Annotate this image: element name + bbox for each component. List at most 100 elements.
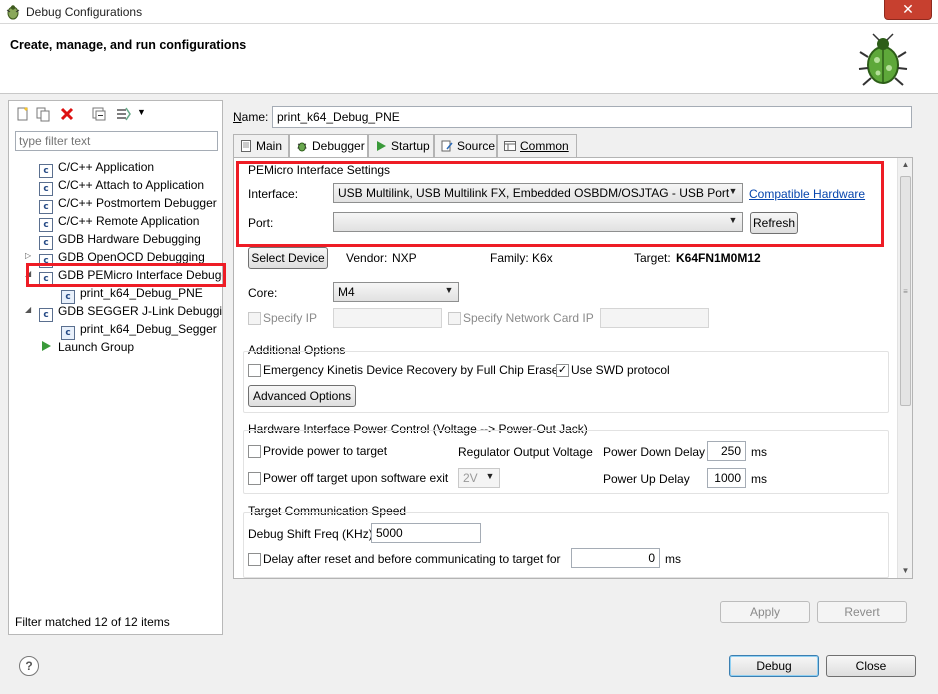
title-bar: Debug Configurations ✕ (0, 0, 938, 24)
tree-item-cpp-application[interactable]: c C/C++ Application (39, 158, 154, 178)
target-value: K64FN1M0M12 (676, 251, 761, 265)
pemicro-settings-title: PEMicro Interface Settings (248, 163, 391, 177)
filter-input[interactable] (15, 131, 218, 151)
collapse-arrow-icon[interactable]: ◢ (25, 270, 33, 278)
target-label: Target: (634, 251, 671, 265)
power-down-delay-label: Power Down Delay (603, 445, 706, 459)
delete-config-icon[interactable] (59, 106, 75, 122)
main-tab-icon (241, 140, 251, 152)
shift-freq-label: Debug Shift Freq (KHz) (248, 527, 373, 541)
new-config-icon[interactable] (15, 106, 31, 122)
shift-freq-input[interactable]: 5000 (371, 523, 481, 543)
view-menu-chevron-down-icon[interactable]: ▼ (137, 107, 146, 117)
tree-item-gdb-openocd[interactable]: c GDB OpenOCD Debugging (39, 248, 205, 268)
common-tab-icon (504, 141, 516, 151)
voltage-select[interactable]: 2V ▼ (458, 468, 500, 488)
use-swd-checkbox[interactable]: ✓ (556, 364, 569, 377)
debug-button[interactable]: Debug (729, 655, 819, 677)
power-off-checkbox[interactable] (248, 472, 261, 485)
vendor-value: NXP (392, 251, 417, 265)
network-card-ip-input[interactable] (600, 308, 709, 328)
specify-network-card-label: Specify Network Card IP (463, 311, 594, 325)
config-name-input[interactable] (272, 106, 912, 128)
tree-item-cpp-postmortem[interactable]: c C/C++ Postmortem Debugger (39, 194, 217, 214)
source-tab-icon (441, 140, 453, 152)
tab-common[interactable]: Common (497, 134, 577, 157)
config-toolbar: ▼ (11, 103, 220, 125)
family-label: Family: (490, 251, 529, 265)
name-label: Name: (233, 110, 269, 124)
tree-item-launch-group[interactable]: Launch Group (39, 338, 134, 356)
configuration-tree-pane: ▼ cC/C++ Application cC/C++ Attach to Ap… (8, 100, 223, 635)
expand-arrow-icon[interactable]: ▷ (25, 252, 33, 260)
c-config-icon: c (39, 308, 53, 322)
tree-item-cpp-attach[interactable]: c C/C++ Attach to Application (39, 176, 204, 196)
app-bug-icon (6, 5, 20, 20)
tab-source[interactable]: Source (434, 134, 497, 157)
tree-item-gdb-hardware[interactable]: c GDB Hardware Debugging (39, 230, 201, 250)
tree-item-label: GDB OpenOCD Debugging (58, 250, 205, 264)
tree-item-label: GDB Hardware Debugging (58, 232, 201, 246)
port-label: Port: (248, 216, 274, 230)
delay-after-reset-label: Delay after reset and before communicati… (263, 552, 561, 566)
advanced-options-button[interactable]: Advanced Options (248, 385, 356, 407)
scroll-thumb[interactable]: ≡ (900, 176, 911, 406)
emergency-recovery-checkbox[interactable] (248, 364, 261, 377)
duplicate-config-icon[interactable] (35, 106, 51, 122)
launch-group-icon (42, 341, 51, 351)
family-value: K6x (532, 251, 553, 265)
apply-button[interactable]: Apply (720, 601, 810, 623)
c-config-icon: c (39, 272, 53, 286)
interface-select[interactable]: USB Multilink, USB Multilink FX, Embedde… (333, 183, 743, 203)
tab-startup[interactable]: Startup (368, 134, 434, 157)
select-device-button[interactable]: Select Device (248, 247, 328, 269)
refresh-button[interactable]: Refresh (750, 212, 798, 234)
revert-button[interactable]: Revert (817, 601, 907, 623)
chevron-down-icon: ▼ (444, 285, 454, 295)
delay-after-reset-checkbox[interactable] (248, 553, 261, 566)
debug-bug-banner-icon (858, 33, 908, 86)
emergency-recovery-label: Emergency Kinetis Device Recovery by Ful… (263, 363, 559, 377)
core-select[interactable]: M4 ▼ (333, 282, 459, 302)
close-button[interactable]: Close (826, 655, 916, 677)
tree-item-print-k64-debug-segger[interactable]: c print_k64_Debug_Segger (61, 320, 217, 340)
specify-ip-checkbox[interactable] (248, 312, 261, 325)
port-select[interactable]: ▼ (333, 212, 743, 232)
tree-item-label: print_k64_Debug_Segger (80, 322, 217, 336)
tab-main[interactable]: Main (233, 134, 289, 157)
specify-network-card-checkbox[interactable] (448, 312, 461, 325)
dialog-heading: Create, manage, and run configurations (10, 38, 247, 52)
tree-item-print-k64-debug-pne[interactable]: c print_k64_Debug_PNE (61, 284, 203, 304)
chevron-down-icon: ▼ (728, 215, 738, 225)
scroll-up-icon[interactable]: ▲ (898, 158, 913, 172)
scroll-down-icon[interactable]: ▼ (898, 564, 913, 578)
collapse-all-icon[interactable] (91, 106, 107, 122)
ip-input[interactable] (333, 308, 442, 328)
provide-power-label: Provide power to target (263, 444, 388, 458)
power-up-delay-label: Power Up Delay (603, 472, 690, 486)
help-icon[interactable]: ? (19, 656, 39, 676)
tree-item-cpp-remote[interactable]: c C/C++ Remote Application (39, 212, 200, 232)
power-up-unit: ms (751, 472, 767, 486)
chevron-down-icon: ▼ (728, 186, 738, 196)
power-up-delay-input[interactable]: 1000 (707, 468, 746, 488)
filter-config-icon[interactable] (115, 106, 131, 122)
interface-label: Interface: (248, 187, 299, 201)
delay-input[interactable]: 0 (571, 548, 660, 568)
comm-speed-group (243, 512, 889, 578)
filter-status-text: Filter matched 12 of 12 items (15, 615, 170, 629)
chevron-down-icon: ▼ (485, 471, 495, 481)
tree-item-gdb-pemicro[interactable]: c GDB PEMicro Interface Debugg (39, 266, 222, 286)
provide-power-checkbox[interactable] (248, 445, 261, 458)
collapse-arrow-icon[interactable]: ◢ (25, 306, 33, 314)
use-swd-label: Use SWD protocol (571, 363, 670, 377)
window-close-button[interactable]: ✕ (884, 0, 932, 20)
tree-item-gdb-segger[interactable]: c GDB SEGGER J-Link Debugging (39, 302, 222, 322)
compatible-hardware-link[interactable]: Compatible Hardware (749, 187, 865, 201)
power-off-label: Power off target upon software exit (263, 471, 449, 485)
power-down-delay-input[interactable]: 250 (707, 441, 746, 461)
tree-item-label: GDB SEGGER J-Link Debugging (58, 304, 222, 318)
vendor-label: Vendor: (346, 251, 388, 265)
tree-item-label: C/C++ Remote Application (58, 214, 200, 228)
panel-vertical-scrollbar[interactable]: ▲ ≡ ▼ (897, 158, 912, 578)
